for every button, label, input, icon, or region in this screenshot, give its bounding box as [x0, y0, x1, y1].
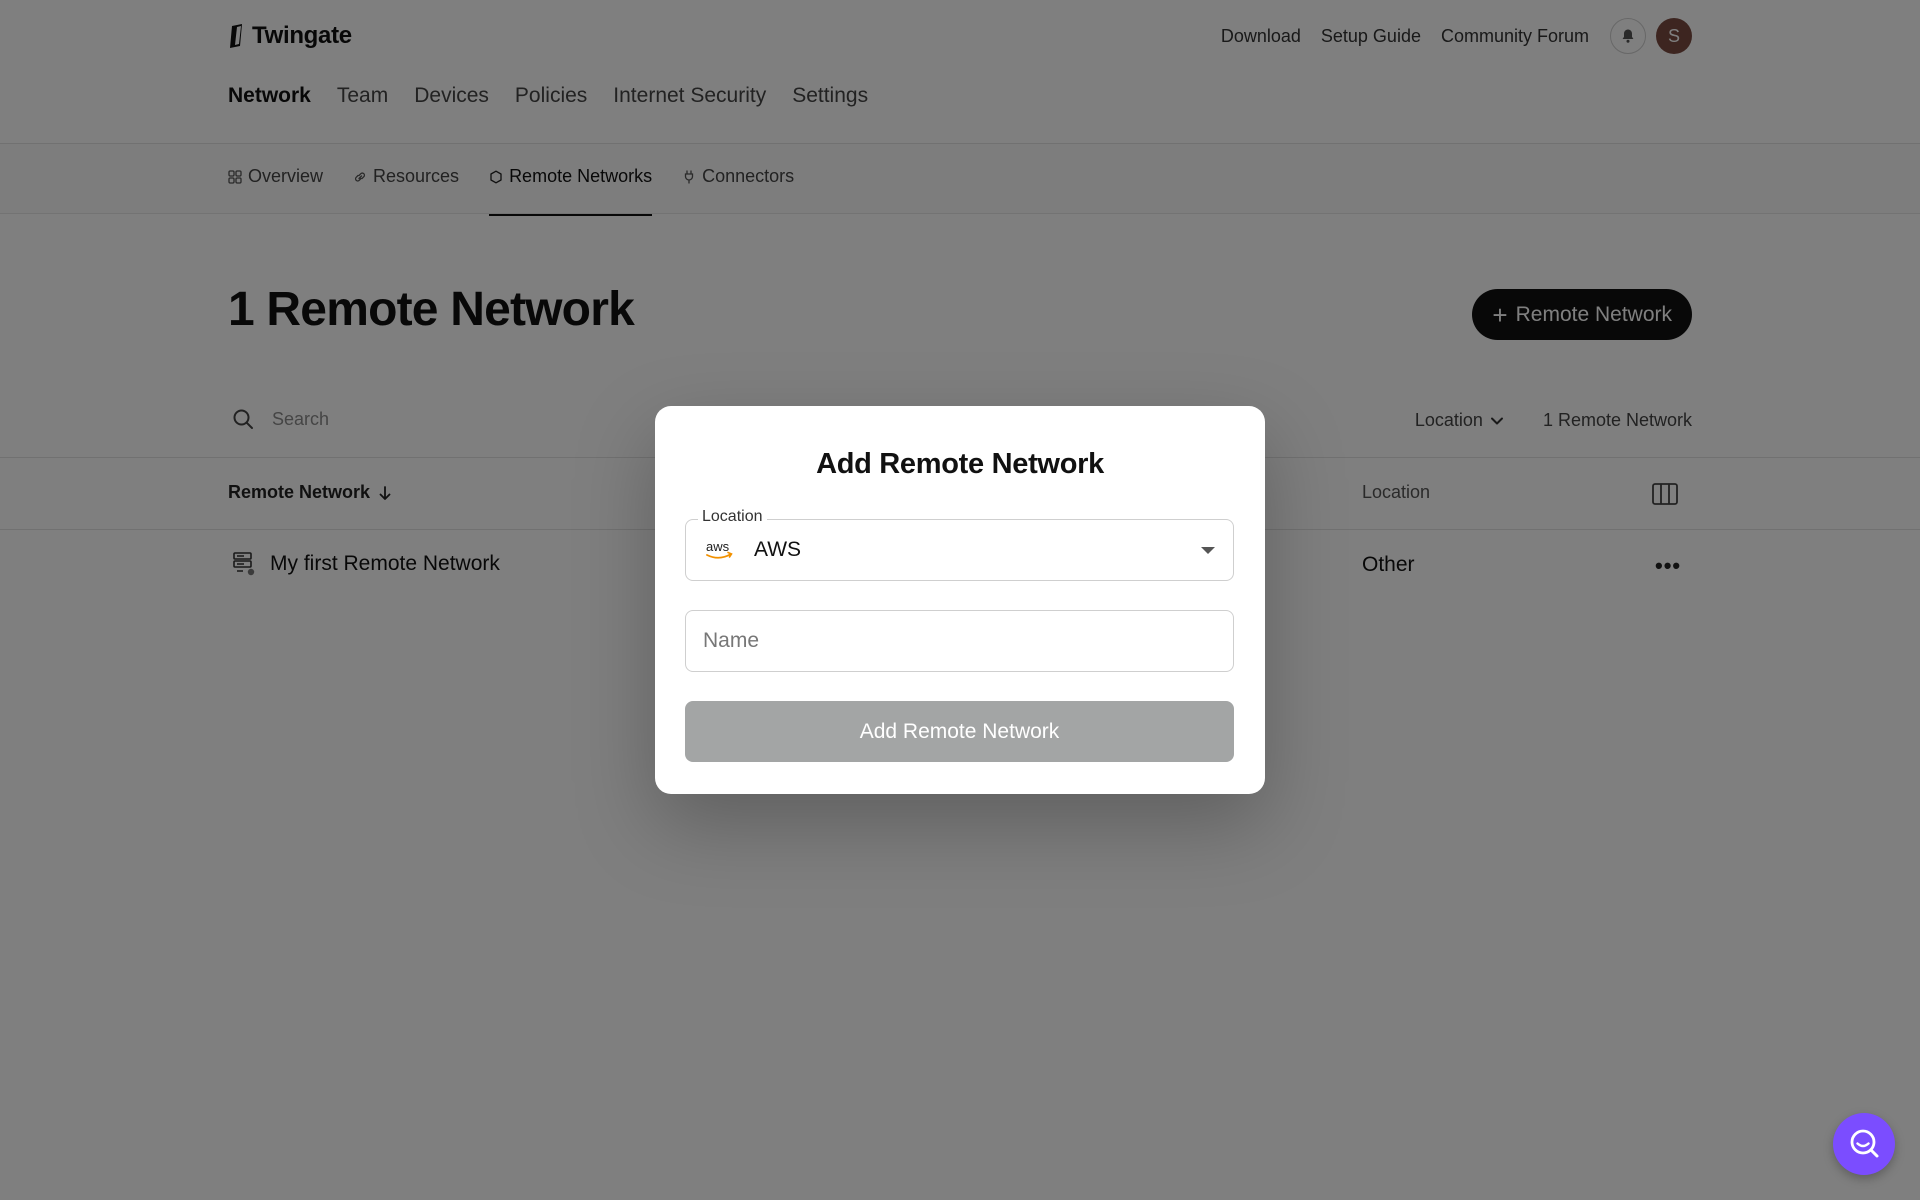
- name-input[interactable]: Name: [685, 610, 1234, 672]
- caret-down-icon: [1201, 547, 1215, 554]
- search-chat-icon: [1850, 1129, 1879, 1158]
- modal-title: Add Remote Network: [816, 448, 1104, 480]
- add-remote-network-modal: Add Remote Network Location aws AWS Name…: [655, 406, 1265, 794]
- help-chat-button[interactable]: [1833, 1113, 1895, 1175]
- location-select[interactable]: Location aws AWS: [685, 508, 1234, 581]
- location-select-label: Location: [698, 508, 767, 526]
- aws-logo-icon: aws: [706, 539, 733, 559]
- app-page: Twingate Download Setup Guide Community …: [0, 0, 1920, 1200]
- submit-add-remote-network-button[interactable]: Add Remote Network: [685, 701, 1234, 762]
- name-input-placeholder: Name: [703, 629, 760, 652]
- location-select-value: AWS: [754, 538, 802, 561]
- svg-text:aws: aws: [706, 539, 730, 554]
